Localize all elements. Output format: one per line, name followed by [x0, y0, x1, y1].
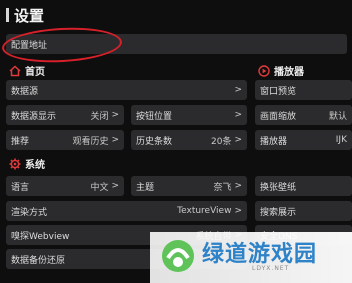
home-section-header: 首页: [9, 63, 45, 78]
render-mode-label: 渲染方式: [11, 207, 48, 218]
chevron-right-icon: >: [234, 85, 242, 95]
recommend-label: 推荐: [11, 136, 30, 147]
config-address-row[interactable]: 配置地址: [6, 34, 347, 54]
theme-label: 主题: [136, 182, 155, 193]
change-wallpaper-label: 换张壁纸: [260, 182, 297, 193]
data-source-display-value: 关闭: [90, 111, 109, 122]
player-type-value: IJK: [335, 135, 347, 145]
watermark-text: 绿道游戏园: [202, 242, 318, 267]
theme-value: 奈飞: [213, 182, 232, 193]
render-mode-value: TextureView: [177, 206, 232, 216]
theme-row[interactable]: 主题 奈飞 >: [131, 176, 247, 196]
data-source-display-label: 数据源显示: [11, 111, 57, 122]
language-label: 语言: [11, 182, 30, 193]
chevron-right-icon: >: [234, 206, 242, 216]
history-count-value: 20条: [211, 136, 232, 147]
player-section-title: 播放器: [274, 67, 304, 78]
language-row[interactable]: 语言 中文 >: [6, 176, 124, 196]
change-wallpaper-row[interactable]: 换张壁纸: [255, 176, 352, 196]
home-section-title: 首页: [25, 67, 45, 78]
config-address-label: 配置地址: [11, 40, 48, 51]
chevron-right-icon: >: [111, 110, 119, 120]
history-count-row[interactable]: 历史条数 20条 >: [131, 130, 247, 150]
data-source-display-row[interactable]: 数据源显示 关闭 >: [6, 105, 124, 125]
window-preview-row[interactable]: 窗口预览: [255, 80, 352, 100]
chevron-right-icon: >: [234, 135, 242, 145]
sniff-webview-label: 嗅探Webview: [11, 231, 70, 242]
recommend-row[interactable]: 推荐 观看历史 >: [6, 130, 124, 150]
player-section-header: 播放器: [258, 63, 304, 78]
chevron-right-icon: >: [111, 135, 119, 145]
render-mode-row[interactable]: 渲染方式 TextureView >: [6, 201, 247, 221]
gear-icon: [9, 158, 21, 169]
page-title: 设置: [14, 7, 45, 25]
button-position-label: 按钮位置: [136, 111, 173, 122]
home-icon: [9, 64, 21, 76]
chevron-right-icon: >: [234, 110, 242, 120]
picture-scale-label: 画面缩放: [260, 111, 297, 122]
window-preview-label: 窗口预览: [260, 86, 297, 97]
picture-scale-value: 默认: [328, 111, 347, 122]
title-accent-bar: [6, 8, 9, 22]
player-type-label: 播放器: [260, 136, 288, 147]
data-source-row[interactable]: 数据源 >: [6, 80, 247, 100]
history-count-label: 历史条数: [136, 136, 173, 147]
chevron-right-icon: >: [234, 181, 242, 191]
button-position-row[interactable]: 按钮位置 >: [131, 105, 247, 125]
player-type-row[interactable]: 播放器 IJK: [255, 130, 352, 150]
backup-restore-label: 数据备份还原: [11, 255, 66, 266]
chevron-right-icon: >: [111, 181, 119, 191]
search-display-label: 搜索展示: [260, 207, 297, 218]
data-source-label: 数据源: [11, 86, 39, 97]
search-display-row[interactable]: 搜索展示: [255, 201, 352, 221]
play-circle-icon: [258, 64, 270, 77]
system-section-header: 系统: [9, 156, 45, 171]
picture-scale-row[interactable]: 画面缩放 默认: [255, 105, 352, 125]
language-value: 中文: [90, 182, 109, 193]
system-section-title: 系统: [25, 160, 45, 171]
watermark-logo-icon: [162, 240, 194, 272]
recommend-value: 观看历史: [72, 136, 109, 147]
watermark-subtext: LDYX.NET: [252, 265, 290, 272]
